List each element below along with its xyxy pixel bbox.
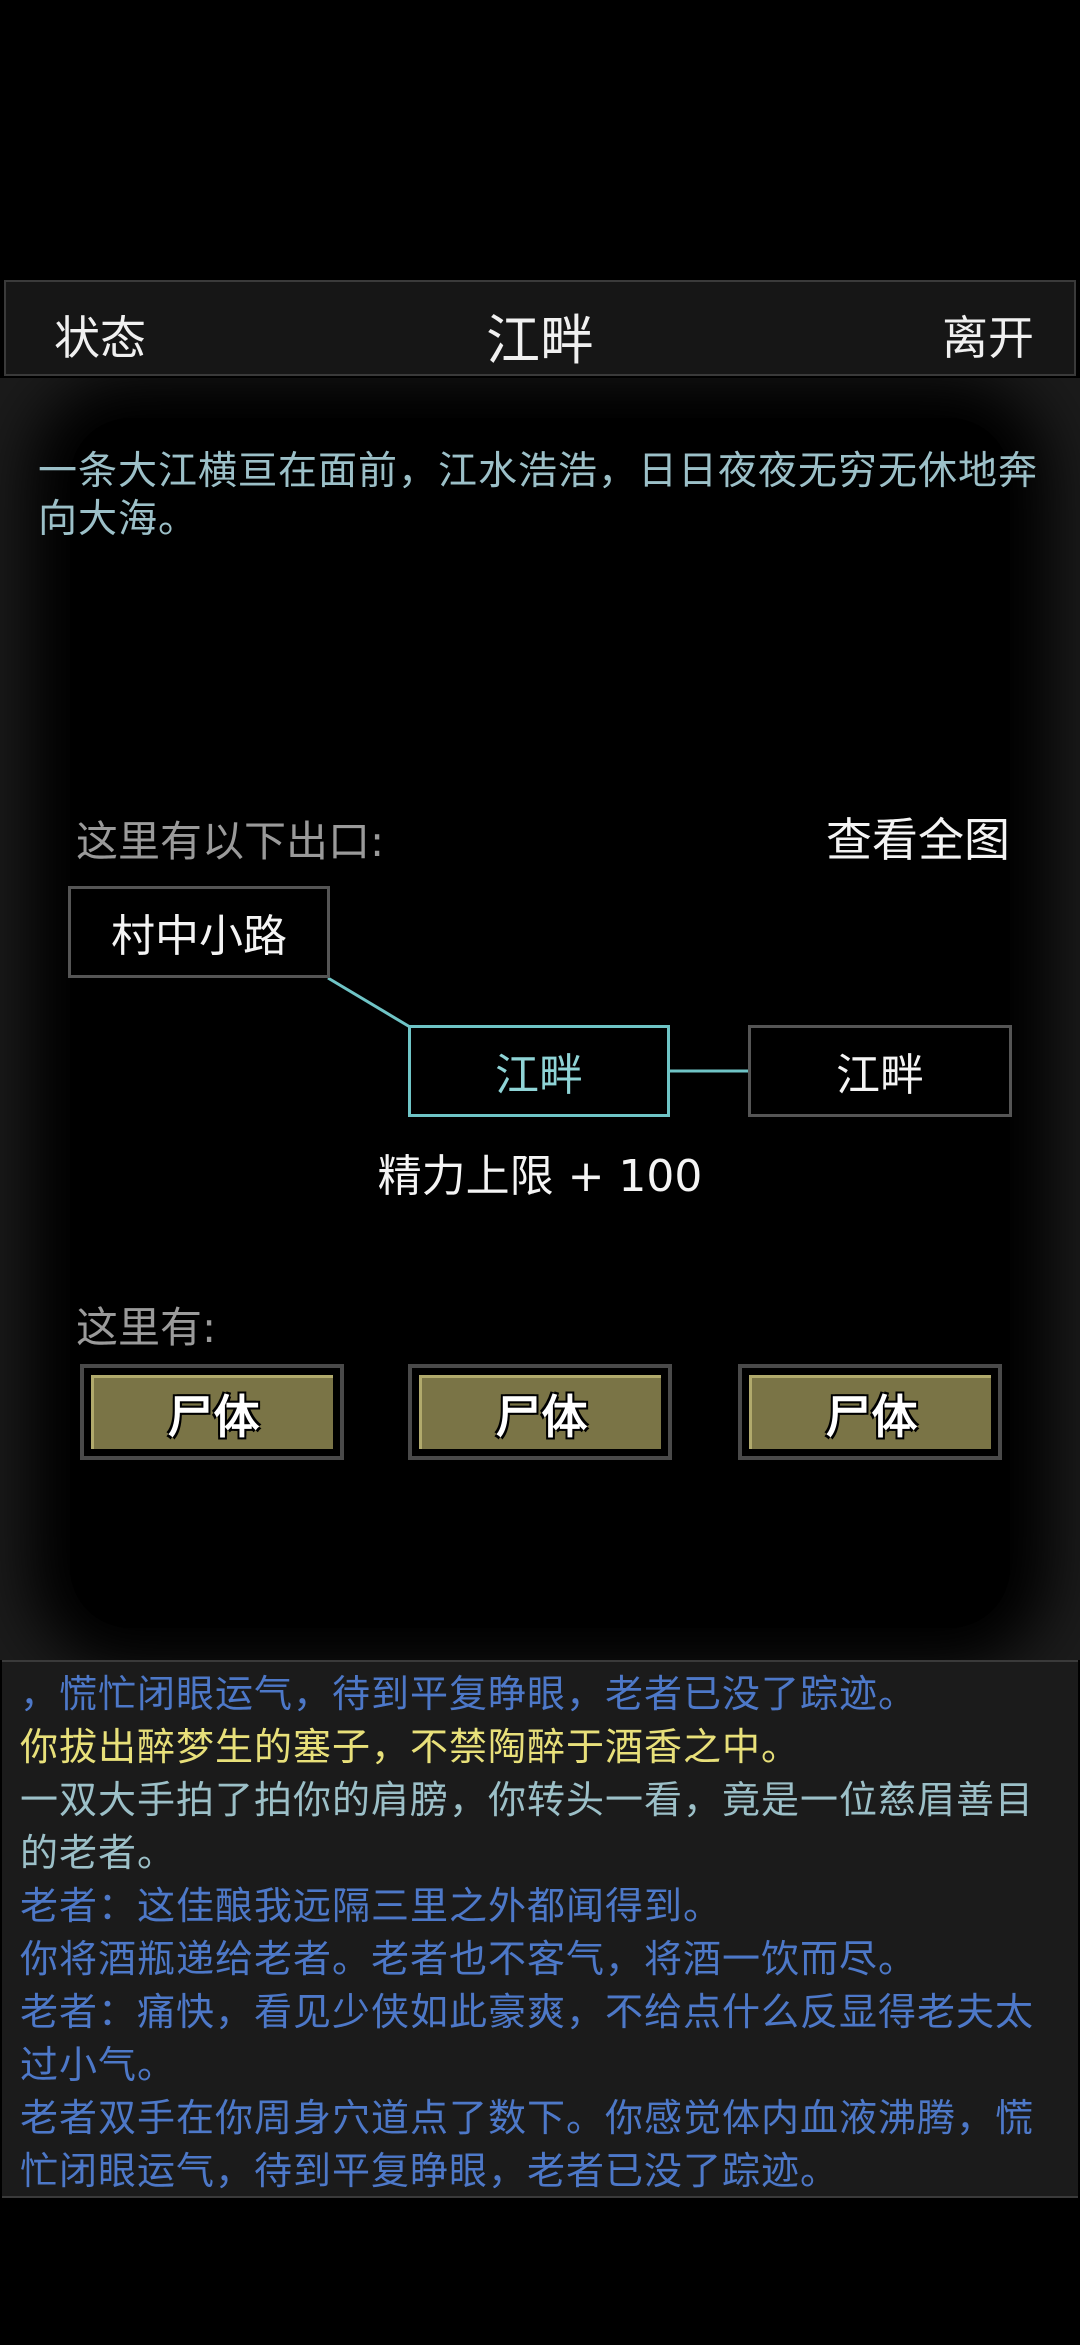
- log-line: 你拔出醉梦生的塞子，不禁陶醉于酒香之中。: [20, 1725, 801, 1769]
- message-log[interactable]: ，慌忙闭眼运气，待到平复睁眼，老者已没了踪迹。 你拔出醉梦生的塞子，不禁陶醉于酒…: [2, 1660, 1078, 2198]
- item-button-corpse[interactable]: 尸体: [738, 1364, 1002, 1460]
- item-button-label: 尸体: [749, 1375, 991, 1449]
- log-line: 老者：这佳酿我远隔三里之外都闻得到。: [20, 1884, 723, 1928]
- log-line: 老者：痛快，看见少侠如此豪爽，不给点什么反显得老夫太过小气。: [20, 1990, 1035, 2087]
- bonus-text: 精力上限 + 100: [377, 1151, 703, 1202]
- exit-node-village-path[interactable]: 村中小路: [68, 886, 330, 978]
- item-button-label: 尸体: [91, 1375, 333, 1449]
- item-button-corpse[interactable]: 尸体: [408, 1364, 672, 1460]
- connector-line: [327, 976, 411, 1029]
- item-button-label: 尸体: [419, 1375, 661, 1449]
- log-line: ，慌忙闭眼运气，待到平复睁眼，老者已没了踪迹。: [20, 1672, 918, 1716]
- exit-node-riverside[interactable]: 江畔: [748, 1025, 1012, 1117]
- log-line: 老者双手在你周身穴道点了数下。你感觉体内血液沸腾，慌忙闭眼运气，待到平复睁眼，老…: [20, 2096, 1035, 2193]
- exit-node-current[interactable]: 江畔: [408, 1025, 670, 1117]
- log-line: 你将酒瓶递给老者。老者也不客气，将酒一饮而尽。: [20, 1937, 918, 1981]
- log-line: 一双大手拍了拍你的肩膀，你转头一看，竟是一位慈眉善目的老者。: [20, 1778, 1035, 1875]
- here-label: 这里有:: [76, 1303, 217, 1352]
- item-button-corpse[interactable]: 尸体: [80, 1364, 344, 1460]
